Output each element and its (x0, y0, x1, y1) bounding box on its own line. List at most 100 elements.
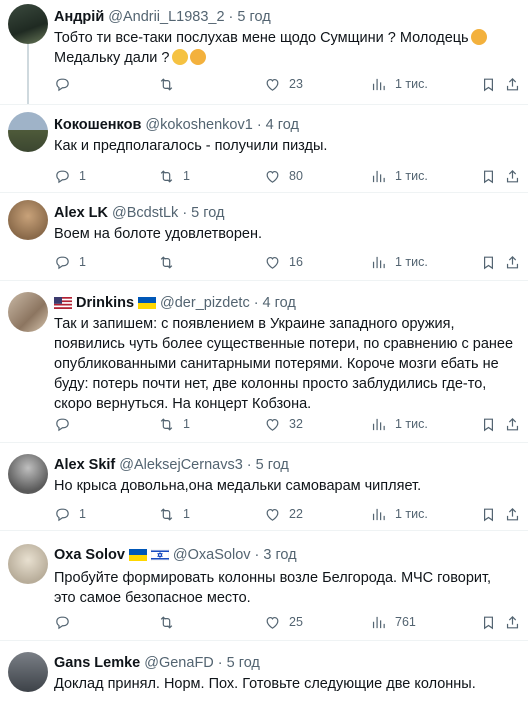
like-button[interactable]: 16 (264, 254, 303, 271)
bookmark-button[interactable] (480, 254, 497, 271)
display-name[interactable]: Андрій (54, 9, 104, 25)
like-count: 16 (289, 255, 303, 269)
separator-dot: · (182, 205, 188, 221)
like-button[interactable]: 80 (264, 168, 303, 185)
timestamp[interactable]: 3 год (263, 547, 296, 563)
avatar[interactable] (8, 112, 48, 152)
share-icon (504, 506, 521, 523)
retweet-button[interactable]: 1 (158, 506, 190, 523)
handle[interactable]: @BcdstLk (112, 205, 178, 221)
handle[interactable]: @kokoshenkov1 (145, 117, 252, 133)
share-button[interactable] (504, 168, 521, 185)
tweet-text: Как и предполагалось - получили пизды. (54, 138, 328, 154)
reply-count: 1 (79, 169, 86, 183)
retweet-button[interactable] (158, 254, 183, 271)
views-button[interactable]: 761 (370, 614, 416, 631)
bookmark-button[interactable] (480, 168, 497, 185)
retweet-button[interactable]: 1 (158, 168, 190, 185)
handle[interactable]: @der_pizdetc (160, 295, 250, 311)
bookmark-button[interactable] (480, 76, 497, 93)
share-icon (504, 614, 521, 631)
share-icon (504, 254, 521, 271)
retweet-icon (158, 168, 175, 185)
share-button[interactable] (504, 416, 521, 433)
bookmark-button[interactable] (480, 416, 497, 433)
tweet[interactable]: Андрій @Andrii_L1983_2 · 5 год Тобто ти … (0, 0, 528, 105)
like-icon (264, 506, 281, 523)
smirk-face-emoji-icon (189, 49, 206, 65)
avatar[interactable] (8, 4, 48, 44)
handle[interactable]: @Andrii_L1983_2 (108, 9, 224, 25)
retweet-button[interactable] (158, 614, 183, 631)
reply-button[interactable] (54, 614, 79, 631)
reply-button[interactable]: 1 (54, 168, 86, 185)
timestamp[interactable]: 5 год (191, 205, 224, 221)
tweet-header: Андрій @Andrii_L1983_2 · 5 год (54, 8, 271, 26)
tweet[interactable]: Alex Skif @AleksejCernavs3 · 5 год Но кр… (0, 442, 528, 531)
share-button[interactable] (504, 254, 521, 271)
views-button[interactable]: 1 тис. (370, 168, 428, 185)
tweet-text: Доклад принял. Норм. Пох. Готовьте следу… (54, 676, 476, 692)
avatar[interactable] (8, 544, 48, 584)
reply-button[interactable] (54, 416, 79, 433)
tweet[interactable]: Oxa Solov @OxaSolov · 3 год Пробуйте фор… (0, 530, 528, 641)
timestamp[interactable]: 4 год (263, 295, 296, 311)
timestamp[interactable]: 5 год (237, 9, 270, 25)
views-count: 761 (395, 615, 416, 629)
reply-icon (54, 506, 71, 523)
separator-dot: · (254, 547, 260, 563)
views-count: 1 тис. (395, 169, 428, 183)
tweet[interactable]: Gans Lemke @GenaFD · 5 год Доклад принял… (0, 640, 528, 701)
views-count: 1 тис. (395, 255, 428, 269)
timestamp[interactable]: 5 год (227, 655, 260, 671)
reply-button[interactable]: 1 (54, 506, 86, 523)
like-button[interactable]: 25 (264, 614, 303, 631)
display-name[interactable]: Alex LK (54, 205, 108, 221)
reply-button[interactable]: 1 (54, 254, 86, 271)
action-bar: 1 1 80 1 тис. (54, 166, 520, 186)
share-button[interactable] (504, 506, 521, 523)
timestamp[interactable]: 5 год (256, 457, 289, 473)
reply-button[interactable] (54, 76, 79, 93)
views-icon (370, 168, 387, 185)
display-name[interactable]: Кокошенков (54, 117, 141, 133)
tweet[interactable]: Alex LK @BcdstLk · 5 год Воем на болоте … (0, 192, 528, 281)
handle[interactable]: @AleksejCernavs3 (119, 457, 243, 473)
like-button[interactable]: 23 (264, 76, 303, 93)
views-button[interactable]: 1 тис. (370, 506, 428, 523)
action-bar: 23 1 тис. (54, 74, 520, 94)
avatar[interactable] (8, 454, 48, 494)
retweet-button[interactable]: 1 (158, 416, 190, 433)
tweet-text: Тобто ти все-таки послухав мене щодо Сум… (54, 28, 516, 68)
display-name[interactable]: Alex Skif (54, 457, 115, 473)
retweet-button[interactable] (158, 76, 183, 93)
handle[interactable]: @OxaSolov (173, 547, 251, 563)
views-button[interactable]: 1 тис. (370, 76, 428, 93)
action-bar: 1 32 1 тис. (54, 414, 520, 434)
views-button[interactable]: 1 тис. (370, 254, 428, 271)
avatar[interactable] (8, 292, 48, 332)
share-button[interactable] (504, 614, 521, 631)
views-button[interactable]: 1 тис. (370, 416, 428, 433)
share-button[interactable] (504, 76, 521, 93)
tweet[interactable]: Drinkins @der_pizdetc · 4 год Так и запи… (0, 280, 528, 443)
tweet[interactable]: Кокошенков @kokoshenkov1 · 4 год Как и п… (0, 104, 528, 193)
bookmark-button[interactable] (480, 614, 497, 631)
timestamp[interactable]: 4 год (266, 117, 299, 133)
tweet-text-line2: Медальку дали ? (54, 50, 170, 66)
separator-dot: · (228, 9, 234, 25)
reply-icon (54, 416, 71, 433)
separator-dot: · (256, 117, 262, 133)
thinking-face-emoji-icon (171, 49, 188, 65)
like-count: 23 (289, 77, 303, 91)
bookmark-button[interactable] (480, 506, 497, 523)
like-icon (264, 168, 281, 185)
like-button[interactable]: 32 (264, 416, 303, 433)
display-name[interactable]: Oxa Solov (54, 547, 125, 563)
display-name[interactable]: Gans Lemke (54, 655, 140, 671)
avatar[interactable] (8, 652, 48, 692)
like-button[interactable]: 22 (264, 506, 303, 523)
avatar[interactable] (8, 200, 48, 240)
handle[interactable]: @GenaFD (144, 655, 214, 671)
display-name[interactable]: Drinkins (76, 295, 134, 311)
